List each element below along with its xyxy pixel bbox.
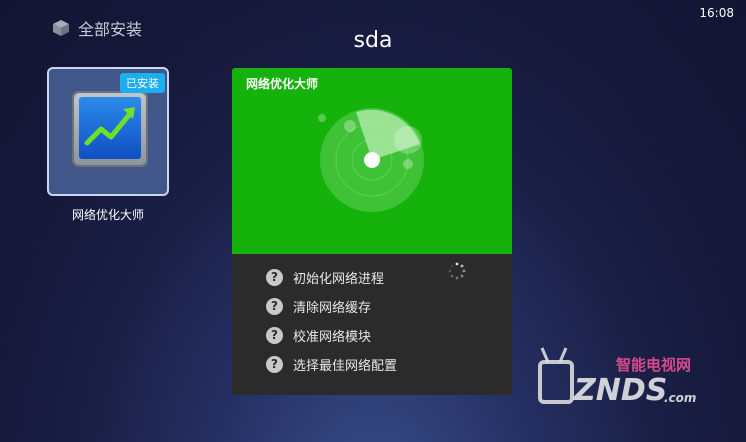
app-name: 网络优化大师: [71, 208, 144, 222]
list-item: ? 初始化网络进程: [266, 268, 384, 287]
watermark-subtitle: 智能电视网: [616, 356, 691, 374]
radar-icon: [318, 108, 424, 212]
steps-list: ? 初始化网络进程 ? 清除网络缓存 ? 校准网络模块 ? 选择最佳网络配置: [232, 254, 512, 395]
step-label: 校准网络模块: [293, 330, 372, 345]
question-icon: ?: [266, 327, 283, 344]
question-icon: ?: [266, 356, 283, 373]
znds-watermark: 智能电视网 ZNDS .com: [538, 347, 696, 408]
watermark-brand: ZNDS: [573, 373, 667, 408]
installed-badge: 已安装: [120, 73, 165, 93]
app-tile[interactable]: 已安装: [47, 67, 169, 196]
list-item: ? 选择最佳网络配置: [266, 355, 397, 374]
dialog-header-panel: 网络优化大师: [232, 68, 512, 254]
clock: 16:08: [699, 6, 734, 20]
optimizer-dialog: 网络优化大师 ? 初始化网络进程 ? 清除网络缓存 ? 校准网络模块 ? 选择最…: [232, 68, 512, 395]
page-title: sda: [353, 28, 393, 53]
loading-spinner-icon: [448, 262, 466, 280]
question-icon: ?: [266, 298, 283, 315]
step-label: 清除网络缓存: [293, 301, 372, 316]
watermark-domain: .com: [664, 391, 696, 405]
step-label: 初始化网络进程: [293, 272, 385, 287]
network-optimizer-icon: [72, 91, 148, 167]
list-item: ? 清除网络缓存: [266, 297, 371, 316]
step-label: 选择最佳网络配置: [293, 359, 398, 374]
dialog-title: 网络优化大师: [246, 77, 319, 91]
question-icon: ?: [266, 269, 283, 286]
list-item: ? 校准网络模块: [266, 326, 371, 345]
